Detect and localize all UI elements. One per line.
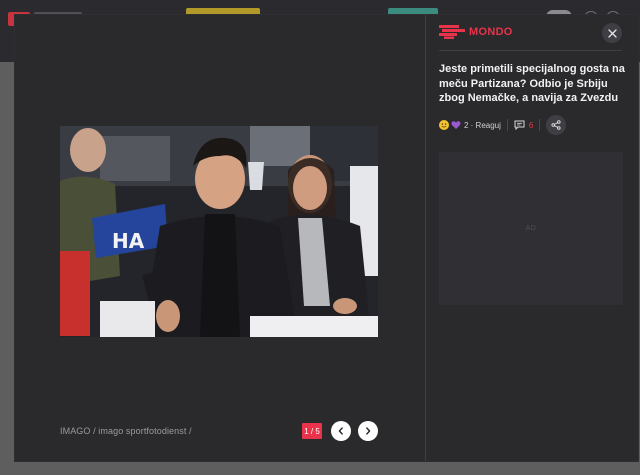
previous-photo-button[interactable] <box>331 421 351 441</box>
comments-count: 6 <box>528 120 534 130</box>
purple-heart-icon[interactable] <box>451 120 461 130</box>
svg-text:HA: HA <box>112 229 145 253</box>
gallery-photo: HA <box>60 126 378 337</box>
share-icon <box>551 120 561 130</box>
article-side-panel: MONDO Jeste primetili specijalnog gosta … <box>426 15 638 461</box>
gallery-modal: HA IMAGO / imago sportfotodienst / 1 / 5… <box>15 15 638 461</box>
chevron-left-icon <box>338 427 343 435</box>
close-icon <box>607 28 617 38</box>
chevron-right-icon <box>366 427 371 435</box>
ad-label: AD <box>525 225 537 232</box>
mondo-logo[interactable]: MONDO <box>439 25 513 39</box>
smile-emoji-glyph <box>441 123 447 128</box>
purple-heart-glyph <box>451 121 461 129</box>
photo-credit: IMAGO / imago sportfotodienst / <box>60 426 192 436</box>
photo-counter-badge: 1 / 5 <box>302 423 322 439</box>
next-photo-button[interactable] <box>358 421 378 441</box>
brand-name: MONDO <box>469 26 513 38</box>
comment-icon <box>514 120 525 130</box>
meta-separator <box>506 119 508 131</box>
header-divider <box>439 50 622 51</box>
meta-separator <box>539 119 541 131</box>
article-meta-bar: 2 · Reaguj 6 <box>439 115 629 135</box>
article-headline[interactable]: Jeste primetili specijalnog gosta na meč… <box>439 62 627 106</box>
share-button[interactable] <box>546 115 567 135</box>
smile-emoji-icon[interactable] <box>439 120 449 130</box>
reactions-link[interactable]: 2 · Reaguj <box>464 121 501 130</box>
ad-placeholder: AD <box>439 152 623 305</box>
close-button[interactable] <box>602 23 622 43</box>
photo-image: HA <box>60 126 378 337</box>
comments-button[interactable]: 6 <box>514 120 533 130</box>
gallery-viewer: HA IMAGO / imago sportfotodienst / 1 / 5 <box>15 15 425 461</box>
mondo-logo-icon <box>439 25 465 39</box>
